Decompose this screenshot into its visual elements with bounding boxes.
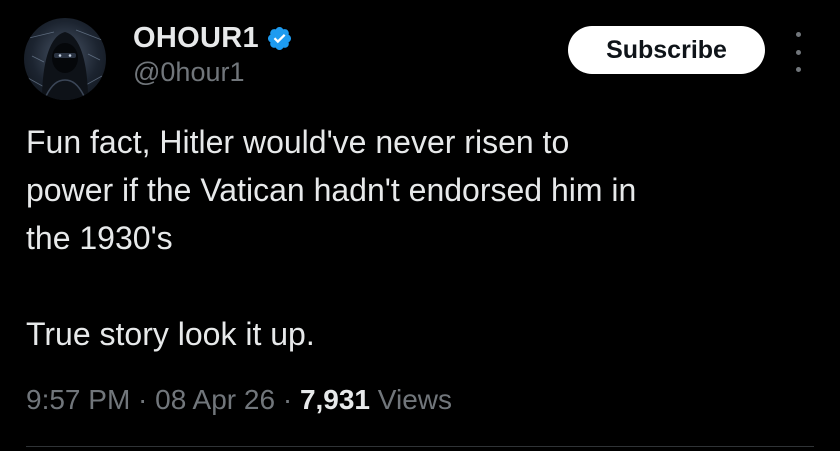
tweet-body: Fun fact, Hitler would've never risen to… <box>26 118 816 358</box>
author-display-name[interactable]: OHOUR1 <box>133 22 259 55</box>
tweet-text-line: the 1930's <box>26 220 173 256</box>
avatar[interactable] <box>24 18 106 100</box>
meta-separator: · <box>275 384 300 415</box>
views-label: Views <box>377 384 452 415</box>
more-options-icon[interactable] <box>788 32 808 72</box>
tweet-text-line: Fun fact, Hitler would've never risen to <box>26 124 570 160</box>
views-count: 7,931 <box>299 384 371 415</box>
hooded-figure-icon <box>27 29 103 100</box>
author-handle[interactable]: @0hour1 <box>133 57 244 88</box>
tweet-card: OHOUR1 @0hour1 Subscribe Fun fact, Hitle… <box>0 0 840 451</box>
tweet-meta: 9:57 PM · 08 Apr 26 · 7,931 Views <box>26 384 452 416</box>
tweet-text-line: power if the Vatican hadn't endorsed him… <box>26 172 637 208</box>
dot <box>795 49 801 55</box>
tweet-time[interactable]: 9:57 PM <box>26 384 130 415</box>
dot <box>795 67 801 72</box>
tweet-text-line: True story look it up. <box>26 316 315 352</box>
author-name-row: OHOUR1 <box>133 20 293 56</box>
verified-badge-icon <box>267 26 291 50</box>
meta-separator: · <box>130 384 156 415</box>
divider <box>26 446 814 447</box>
subscribe-button[interactable]: Subscribe <box>568 26 765 74</box>
tweet-date[interactable]: 08 Apr 26 <box>155 384 275 415</box>
dot <box>795 32 801 37</box>
